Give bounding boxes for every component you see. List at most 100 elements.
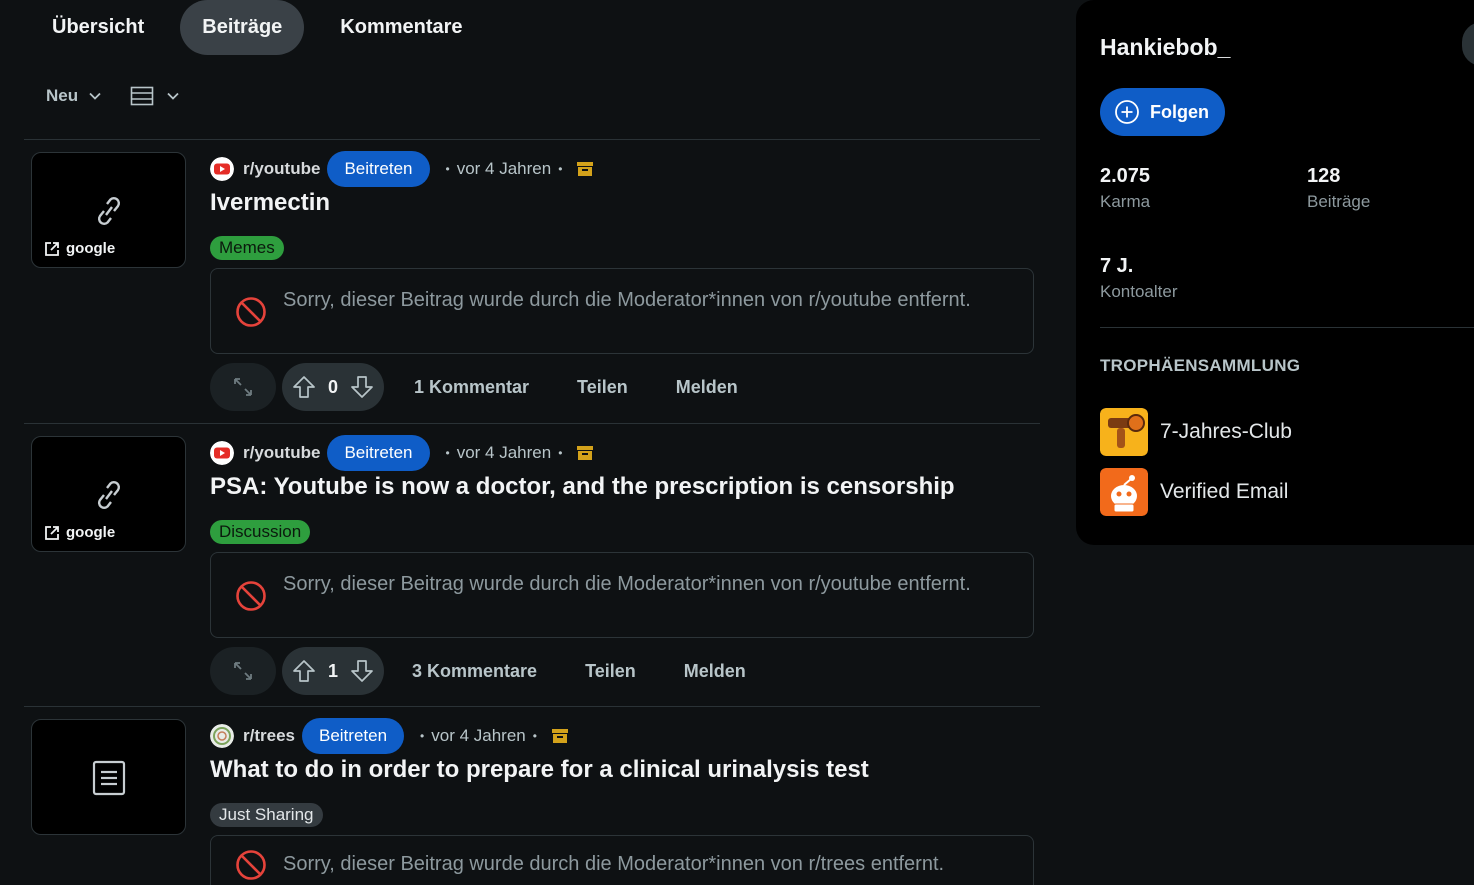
tab-posts[interactable]: Beiträge xyxy=(180,0,305,55)
seven-year-club-icon xyxy=(1100,408,1148,456)
post-title[interactable]: What to do in order to prepare for a cli… xyxy=(210,756,869,784)
expand-icon xyxy=(234,378,252,396)
post-meta: r/youtube Beitreten • vor 4 Jahren • xyxy=(210,435,594,471)
trophy-item[interactable]: 7-Jahres-Club xyxy=(1100,408,1292,456)
chevron-down-icon xyxy=(89,92,101,100)
upvote-icon[interactable] xyxy=(292,659,316,683)
sort-dropdown[interactable]: Neu xyxy=(46,86,102,106)
trophies-heading: TROPHÄENSAMMLUNG xyxy=(1100,356,1301,375)
link-icon xyxy=(97,481,121,509)
downvote-icon[interactable] xyxy=(350,659,374,683)
card-layout-icon xyxy=(130,86,154,106)
removed-notice: Sorry, dieser Beitrag wurde durch die Mo… xyxy=(210,268,1034,354)
comments-button[interactable]: 1 Kommentar xyxy=(414,377,529,398)
follow-label: Folgen xyxy=(1150,101,1209,122)
trophy-name: 7-Jahres-Club xyxy=(1160,420,1292,443)
join-button[interactable]: Beitreten xyxy=(327,435,430,471)
separator-dot: • xyxy=(558,446,563,460)
removed-ban-icon xyxy=(236,581,266,611)
removed-text: Sorry, dieser Beitrag wurde durch die Mo… xyxy=(283,853,945,875)
verified-email-icon xyxy=(1100,468,1148,516)
subreddit-link[interactable]: r/youtube xyxy=(243,159,320,179)
separator-dot: • xyxy=(558,162,563,176)
thumbnail-domain: google xyxy=(44,240,115,257)
sidebar-divider xyxy=(1100,327,1474,328)
post-card[interactable]: google r/youtube Beitreten • vor 4 Jahre… xyxy=(24,423,1040,707)
post-actions: 1 3 Kommentare Teilen Melden xyxy=(210,647,746,695)
share-button[interactable]: Teilen xyxy=(585,661,636,682)
expand-button[interactable] xyxy=(210,363,276,411)
plus-circle-icon xyxy=(1115,100,1139,124)
join-button[interactable]: Beitreten xyxy=(301,718,405,754)
post-age: vor 4 Jahren xyxy=(456,443,552,462)
archive-icon xyxy=(551,729,568,743)
tab-comments[interactable]: Kommentare xyxy=(318,0,484,55)
post-actions: 0 1 Kommentar Teilen Melden xyxy=(210,363,738,411)
separator-dot: • xyxy=(420,729,425,743)
text-post-icon xyxy=(92,760,126,796)
tab-overview[interactable]: Übersicht xyxy=(30,0,166,55)
trophy-name: Verified Email xyxy=(1160,480,1289,503)
trees-subreddit-icon[interactable] xyxy=(210,724,234,748)
post-age: vor 4 Jahren xyxy=(456,159,552,178)
separator-dot: • xyxy=(532,729,537,743)
subreddit-link[interactable]: r/youtube xyxy=(243,443,320,463)
vote-count: 1 xyxy=(328,660,339,681)
expand-button[interactable] xyxy=(210,647,276,695)
removed-ban-icon xyxy=(236,850,266,880)
post-flair[interactable]: Memes xyxy=(210,236,284,260)
report-button[interactable]: Melden xyxy=(684,661,746,682)
post-card[interactable]: r/trees Beitreten • vor 4 Jahren • What … xyxy=(24,706,1040,885)
profile-sidebar: Hankiebob_ Folgen 2.075 Karma 128 Beiträ… xyxy=(1076,0,1474,545)
youtube-icon[interactable] xyxy=(210,441,234,465)
trophy-item[interactable]: Verified Email xyxy=(1100,468,1288,516)
removed-notice: Sorry, dieser Beitrag wurde durch die Mo… xyxy=(210,835,1034,885)
stat-account-age: 7 J. Kontoalter xyxy=(1100,255,1178,302)
follow-button[interactable]: Folgen xyxy=(1100,88,1225,136)
profile-page: Übersicht Beiträge Kommentare Neu google… xyxy=(0,0,1474,885)
expand-icon xyxy=(234,662,252,680)
comments-button[interactable]: 3 Kommentare xyxy=(412,661,537,682)
account-age-value: 7 J. xyxy=(1100,255,1134,277)
post-thumbnail[interactable]: google xyxy=(31,152,186,268)
share-button[interactable]: Teilen xyxy=(577,377,628,398)
post-meta: r/youtube Beitreten • vor 4 Jahren • xyxy=(210,151,594,187)
more-options-button[interactable] xyxy=(1462,22,1474,66)
youtube-icon[interactable] xyxy=(210,157,234,181)
profile-tabs: Übersicht Beiträge Kommentare xyxy=(30,0,485,55)
post-flair[interactable]: Discussion xyxy=(210,520,311,544)
vote-count: 0 xyxy=(328,376,339,397)
subreddit-link[interactable]: r/trees xyxy=(243,726,295,746)
post-flair[interactable]: Just Sharing xyxy=(210,803,323,827)
downvote-icon[interactable] xyxy=(350,375,374,399)
post-meta: r/trees Beitreten • vor 4 Jahren • xyxy=(210,718,568,754)
link-icon xyxy=(97,197,121,225)
sort-label: Neu xyxy=(46,86,79,105)
post-title[interactable]: PSA: Youtube is now a doctor, and the pr… xyxy=(210,473,955,501)
join-button[interactable]: Beitreten xyxy=(327,151,430,187)
post-thumbnail[interactable] xyxy=(31,719,186,835)
removed-notice: Sorry, dieser Beitrag wurde durch die Mo… xyxy=(210,552,1034,638)
removed-ban-icon xyxy=(236,297,266,327)
posts-value: 128 xyxy=(1307,165,1341,187)
report-button[interactable]: Melden xyxy=(676,377,738,398)
archive-icon xyxy=(577,446,594,460)
karma-label: Karma xyxy=(1100,192,1151,211)
external-link-icon xyxy=(45,525,59,540)
post-title[interactable]: Ivermectin xyxy=(210,189,330,217)
separator-dot: • xyxy=(445,446,450,460)
post-age: vor 4 Jahren xyxy=(431,726,526,745)
post-thumbnail[interactable]: google xyxy=(31,436,186,552)
thumbnail-domain: google xyxy=(44,524,115,541)
sort-bar: Neu xyxy=(46,86,180,106)
separator-dot: • xyxy=(445,162,450,176)
archive-icon xyxy=(577,162,594,176)
post-card[interactable]: google r/youtube Beitreten • vor 4 Jahre… xyxy=(24,139,1040,423)
layout-dropdown[interactable] xyxy=(130,86,180,106)
profile-username: Hankiebob_ xyxy=(1100,34,1231,60)
stat-karma: 2.075 Karma xyxy=(1100,165,1150,212)
vote-control: 0 xyxy=(282,363,385,411)
removed-text: Sorry, dieser Beitrag wurde durch die Mo… xyxy=(283,289,971,311)
removed-text: Sorry, dieser Beitrag wurde durch die Mo… xyxy=(283,573,971,595)
upvote-icon[interactable] xyxy=(292,375,316,399)
